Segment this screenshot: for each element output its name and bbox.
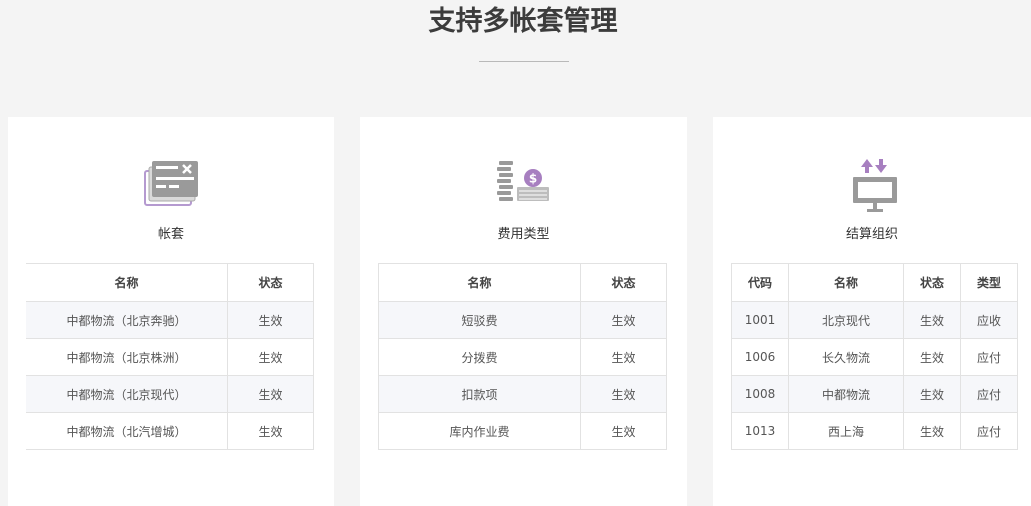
card-settlement-orgs: 结算组织 代码 名称 状态 类型 1001 北京现代 生效 应收 1006 长久… [713,117,1031,506]
column-header: 状态 [227,263,314,302]
transfer-monitor-icon [853,159,897,212]
table-cell: 西上海 [788,412,904,450]
table-cell: 生效 [227,338,314,376]
table-cell: 生效 [903,301,961,339]
ledger-table: 名称 状态 中都物流（北京奔驰） 生效 中都物流（北京株洲） 生效 中都物流（北… [26,263,314,450]
table-cell: 1008 [731,375,789,413]
table-cell: 库内作业费 [378,412,581,450]
table-row: 短驳费 生效 [378,301,667,339]
table-cell: 生效 [903,338,961,376]
table-cell: 1013 [731,412,789,450]
card-fee-types: $ 费用类型 名称 状态 短驳费 生效 分拨费 生效 扣款项 生效 库内作业费 [360,117,687,506]
table-row: 1001 北京现代 生效 应收 [731,301,1018,339]
table-row: 分拨费 生效 [378,338,667,376]
table-cell: 短驳费 [378,301,581,339]
card-label: 结算组织 [845,227,898,242]
table-row: 中都物流（北京奔驰） 生效 [26,301,314,339]
title-divider [479,61,569,62]
table-cell: 应付 [960,412,1018,450]
table-cell: 生效 [227,375,314,413]
table-row: 1013 西上海 生效 应付 [731,412,1018,450]
table-cell: 生效 [227,412,314,450]
column-header: 类型 [960,263,1018,302]
table-cell: 生效 [903,375,961,413]
table-cell: 中都物流（北汽增城） [26,412,228,450]
fee-types-table: 名称 状态 短驳费 生效 分拨费 生效 扣款项 生效 库内作业费 生效 [378,263,667,450]
table-row: 库内作业费 生效 [378,412,667,450]
table-cell: 分拨费 [378,338,581,376]
table-cell: 中都物流（北京株洲） [26,338,228,376]
svg-text:$: $ [529,172,537,186]
table-cell: 生效 [580,301,667,339]
table-row: 中都物流（北汽增城） 生效 [26,412,314,450]
column-header: 名称 [788,263,904,302]
table-row: 中都物流（北京现代） 生效 [26,375,314,413]
table-cell: 生效 [580,412,667,450]
table-cell: 1006 [731,338,789,376]
card-ledger: 帐套 名称 状态 中都物流（北京奔驰） 生效 中都物流（北京株洲） 生效 中都物… [8,117,334,506]
table-cell: 中都物流（北京现代） [26,375,228,413]
table-cell: 生效 [903,412,961,450]
table-cell: 生效 [580,375,667,413]
column-header: 名称 [26,263,228,302]
table-row: 中都物流（北京株洲） 生效 [26,338,314,376]
table-row: 扣款项 生效 [378,375,667,413]
table-cell: 生效 [227,301,314,339]
table-cell: 生效 [580,338,667,376]
table-row: 1006 长久物流 生效 应付 [731,338,1018,376]
table-cell: 应付 [960,375,1018,413]
card-label: 费用类型 [497,227,550,242]
column-header: 代码 [731,263,789,302]
table-row: 1008 中都物流 生效 应付 [731,375,1018,413]
table-cell: 中都物流 [788,375,904,413]
column-header: 状态 [580,263,667,302]
table-cell: 长久物流 [788,338,904,376]
page-title: 支持多帐套管理 [428,6,618,37]
table-cell: 北京现代 [788,301,904,339]
table-cell: 扣款项 [378,375,581,413]
column-header: 名称 [378,263,581,302]
table-cell: 应付 [960,338,1018,376]
table-cell: 应收 [960,301,1018,339]
table-cell: 1001 [731,301,789,339]
card-label: 帐套 [157,227,184,242]
ledger-icon [144,161,198,206]
column-header: 状态 [903,263,961,302]
coins-money-icon: $ [497,161,549,201]
table-cell: 中都物流（北京奔驰） [26,301,228,339]
settlement-orgs-table: 代码 名称 状态 类型 1001 北京现代 生效 应收 1006 长久物流 生效… [731,263,1018,450]
